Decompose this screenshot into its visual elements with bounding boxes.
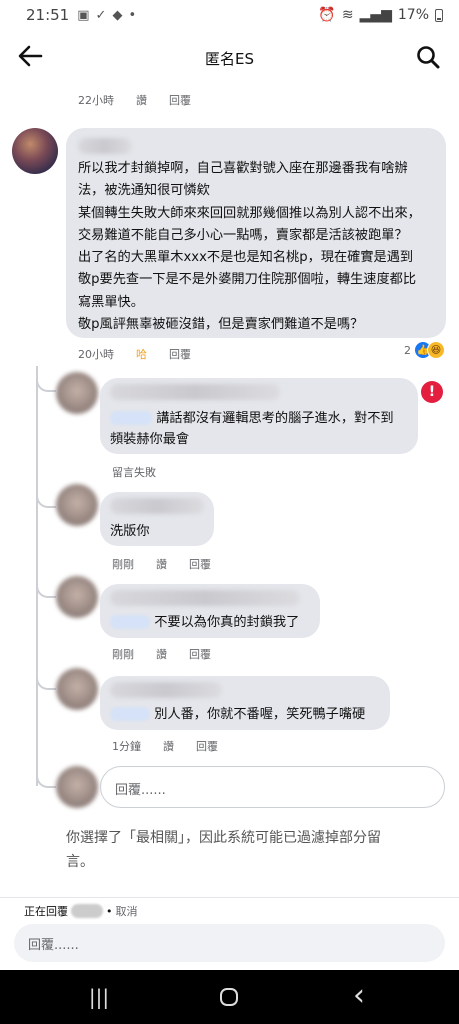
commenter-name-blurred[interactable] [110,682,222,698]
haha-reaction-icon: 😆 [427,341,445,359]
avatar[interactable] [56,372,98,414]
status-bar: 21:51 ▣ ✓ ◆ • ⏰ ≋ ▂▄▆ 17% [0,0,459,30]
gallery-icon: ▣ [77,7,90,23]
status-time: 21:51 [26,6,70,24]
mention-tag-blurred[interactable] [110,615,150,629]
commenter-name-blurred[interactable] [110,498,204,514]
back-nav-button[interactable]: ‹ [344,981,374,1011]
like-link[interactable]: 讚 [156,646,167,662]
game-controller-icon: ◆ [112,7,123,23]
search-icon [417,46,440,69]
like-link[interactable]: 讚 [163,738,174,754]
avatar[interactable] [56,576,98,618]
recents-icon: ||| [88,985,110,1009]
reply-time: 剛剛 [112,648,134,661]
separator-dot: • [106,904,113,918]
header: 匿名ES [0,38,459,78]
commenter-name-blurred[interactable] [78,138,132,154]
reply-link[interactable]: 回覆 [189,646,211,662]
check-download-icon: ✓ [95,7,107,23]
like-link[interactable]: 讚 [136,92,147,108]
home-button[interactable] [214,984,244,1010]
recent-apps-button[interactable]: ||| [84,984,114,1010]
reply-link[interactable]: 回覆 [189,556,211,572]
thread-connector [36,668,56,690]
comment-time: 22小時 [78,94,114,107]
mention-tag-blurred[interactable] [110,707,150,721]
search-button[interactable] [415,44,441,70]
avatar[interactable] [56,668,98,710]
status-dot: • [128,7,137,23]
reply-text: 洗版你 [110,524,150,539]
reaction-count: 2 [404,343,411,357]
error-icon[interactable]: ! [421,381,443,403]
reply-actions: 剛剛 讚 回覆 [112,646,211,662]
mention-tag-blurred[interactable] [110,411,152,425]
reply-actions: 1分鐘 讚 回覆 [112,738,218,754]
previous-comment-actions: 22小時 讚 回覆 [78,92,191,108]
reply-time: 1分鐘 [112,740,141,753]
replying-to-name-blurred [71,904,103,918]
reply-link[interactable]: 回覆 [169,92,191,108]
reply-text: 講話都沒有邏輯思考的腦子進水，對不到 頻裝赫你最會 [110,411,394,447]
thread-connector [36,486,56,508]
commenter-name-blurred[interactable] [110,384,280,400]
failed-status[interactable]: 留言失敗 [112,464,156,480]
thread-connector [36,766,56,788]
home-icon [220,988,238,1006]
reply-time: 剛剛 [112,558,134,571]
reply-input[interactable]: 回覆...... [100,766,445,808]
divider [0,897,459,898]
battery-percent: 17% [397,7,429,23]
comment-time: 20小時 [78,348,114,361]
haha-reaction-link[interactable]: 哈 [136,346,147,362]
avatar[interactable] [12,128,58,174]
commenter-name-blurred[interactable] [110,590,300,606]
back-chevron-icon: ‹ [353,978,365,1013]
alarm-icon: ⏰ [318,7,336,23]
cancel-reply-link[interactable]: 取消 [116,903,138,919]
reply-text: 不要以為你真的封鎖我了 [110,612,299,633]
comment-text: 所以我才封鎖掉啊，自己喜歡對號入座在那邊番我有啥辦 法，被洗通知很可憐欸 某個轉… [78,161,421,333]
reply-status: 留言失敗 [112,464,156,480]
reply-text: 別人番，你就不番喔，笑死鴨子嘴硬 [110,704,365,725]
thread-connector [36,576,56,598]
thread-connector [36,370,56,392]
system-nav-bar: ||| ‹ [0,970,459,1024]
battery-icon [435,8,443,22]
reply-actions: 剛剛 讚 回覆 [112,556,211,572]
avatar [56,766,98,808]
comment-input[interactable]: 回覆...... [14,924,445,962]
reaction-summary[interactable]: 2 👍 😆 [404,341,445,359]
replying-to-label: 正在回覆 [24,905,68,918]
reply-link[interactable]: 回覆 [196,738,218,754]
comment-actions: 20小時 哈 回覆 [78,346,191,362]
like-link[interactable]: 讚 [156,556,167,572]
avatar[interactable] [56,484,98,526]
page-title: 匿名ES [205,50,254,68]
replying-to-bar: 正在回覆 • 取消 [24,903,138,919]
filter-note: 你選擇了「最相關」，因此系統可能已過濾掉部分留言。 [66,830,381,870]
wifi-icon: ≋ [341,7,354,23]
reply-link[interactable]: 回覆 [169,346,191,362]
signal-icon: ▂▄▆ [359,7,392,23]
